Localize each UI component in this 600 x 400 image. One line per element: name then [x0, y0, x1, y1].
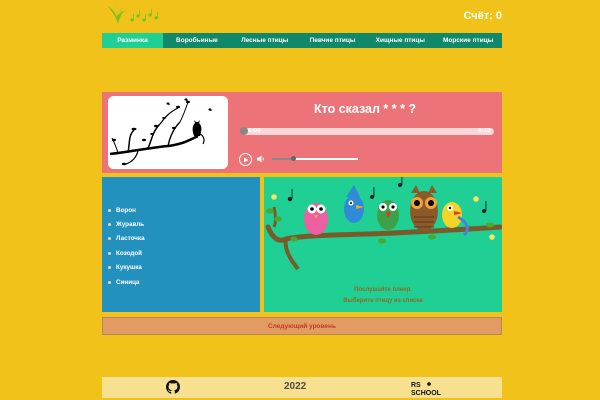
option-indicator	[108, 251, 111, 255]
option-indicator	[108, 237, 111, 241]
footer: 2022 RS SCHOOL	[102, 377, 502, 398]
play-icon	[243, 157, 248, 162]
audio-current-time: 0:00	[248, 128, 261, 134]
nav-item-warmup[interactable]: Разминка	[102, 33, 164, 48]
question-player-panel: Кто сказал * * * ? 0:00 0:32	[102, 92, 502, 173]
option-indicator	[108, 280, 111, 284]
category-nav: Разминка Воробьиные Лесные птицы Певчие …	[102, 33, 502, 48]
volume-knob[interactable]	[291, 156, 296, 161]
option-indicator	[108, 208, 111, 212]
audio-progress-bar[interactable]	[240, 127, 494, 135]
bird-option-label: Ласточка	[116, 235, 145, 243]
svg-text:SCHOOL: SCHOOL	[411, 390, 442, 396]
audio-progress-knob[interactable]	[240, 127, 248, 135]
bird-option[interactable]: Синица	[108, 275, 145, 289]
play-button[interactable]	[239, 153, 252, 166]
birds-illustration	[265, 177, 502, 271]
bird-options-panel: Ворон Журавль Ласточка Козодой Кукушка С…	[102, 177, 260, 312]
next-level-button[interactable]: Следующий уровень	[102, 317, 502, 335]
question-title: Кто сказал * * * ?	[314, 102, 417, 116]
instruction-line-1: Послушайте плеер.	[354, 287, 412, 293]
volume-slider[interactable]	[272, 156, 358, 161]
option-indicator	[108, 223, 111, 227]
bird-option-label: Козодой	[116, 249, 143, 257]
bird-option[interactable]: Кукушка	[108, 261, 145, 275]
bird-option[interactable]: Козодой	[108, 246, 145, 260]
instruction-line-2: Выберите птицу из списка	[343, 298, 423, 304]
bird-option[interactable]: Ласточка	[108, 232, 145, 246]
footer-year: 2022	[284, 381, 307, 392]
bird-option-label: Кукушка	[116, 264, 142, 272]
bird-option[interactable]: Ворон	[108, 203, 145, 217]
svg-text:RS: RS	[411, 382, 421, 389]
bird-option-label: Синица	[116, 278, 140, 286]
volume-icon[interactable]	[257, 155, 265, 163]
rs-school-logo[interactable]: RS SCHOOL	[410, 380, 446, 396]
bird-info-panel: Послушайте плеер. Выберите птицу из спис…	[264, 177, 502, 312]
bird-option[interactable]: Журавль	[108, 217, 145, 231]
nav-item-predators[interactable]: Хищные птицы	[366, 33, 434, 48]
bird-option-label: Журавль	[116, 221, 145, 229]
github-icon[interactable]	[166, 380, 180, 394]
bird-options-list: Ворон Журавль Ласточка Козодой Кукушка С…	[108, 203, 145, 289]
nav-item-passerines[interactable]: Воробьиные	[163, 33, 231, 48]
app-logo	[104, 2, 164, 28]
nav-item-seabirds[interactable]: Морские птицы	[434, 33, 502, 48]
audio-total-time: 0:32	[478, 128, 491, 134]
nav-item-forest-birds[interactable]: Лесные птицы	[231, 33, 299, 48]
nav-item-songbirds[interactable]: Певчие птицы	[299, 33, 367, 48]
bird-option-label: Ворон	[116, 206, 136, 214]
hidden-bird-image	[108, 96, 228, 169]
score-display: Счёт: 0	[463, 10, 502, 22]
option-indicator	[108, 266, 111, 270]
